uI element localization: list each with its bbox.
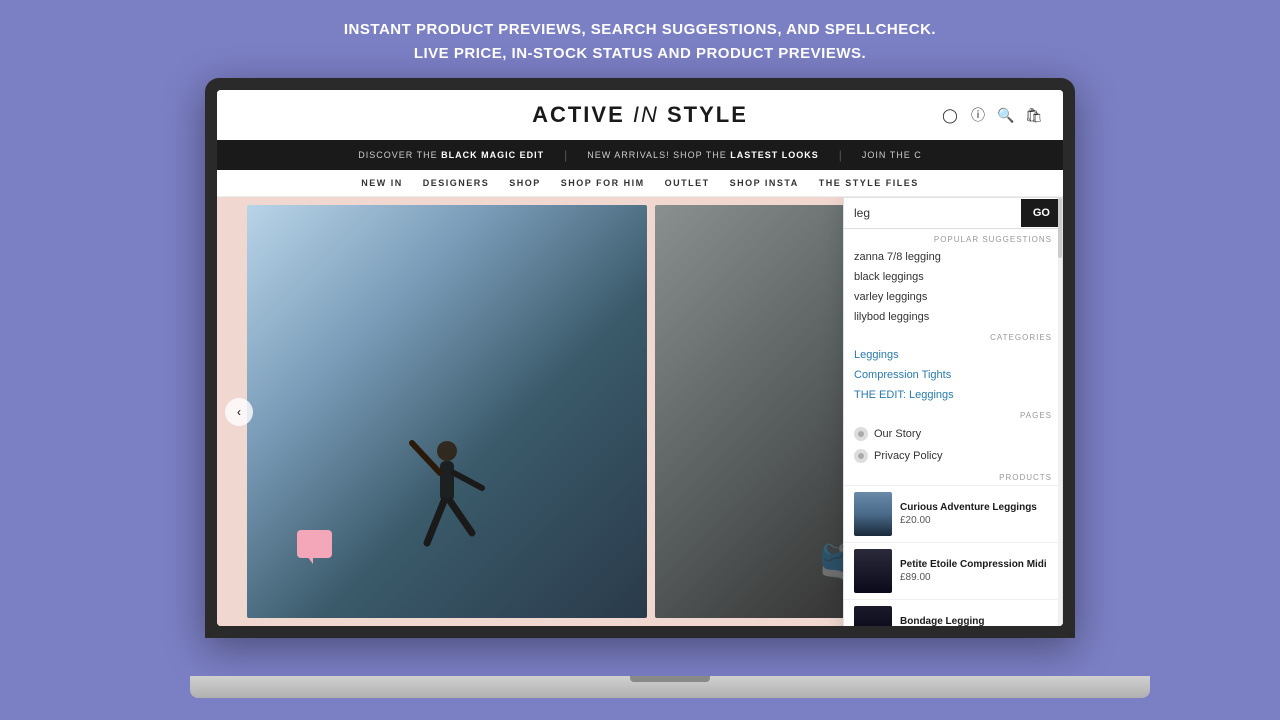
product-name-2: Petite Etoile Compression Midi [900, 559, 1052, 570]
suggestion-3[interactable]: varley leggings [844, 287, 1062, 307]
page-dot-2 [854, 449, 868, 463]
promo-bar: DISCOVER THE BLACK MAGIC EDIT | NEW ARRI… [217, 140, 1063, 170]
help-icon[interactable]: ⓘ [969, 106, 987, 124]
main-nav: NEW IN DESIGNERS SHOP SHOP FOR HIM OUTLE… [217, 170, 1063, 197]
site-logo: ACTIVE IN STYLE [532, 102, 748, 128]
search-go-button[interactable]: GO [1021, 199, 1062, 227]
promo-item-1: DISCOVER THE BLACK MAGIC EDIT [338, 150, 564, 160]
headline-line1: INSTANT PRODUCT PREVIEWS, SEARCH SUGGEST… [344, 18, 936, 42]
scroll-track [1058, 198, 1062, 626]
search-dropdown: GO POPULAR SUGGESTIONS zanna 7/8 legging… [843, 197, 1063, 626]
headline-line2: LIVE PRICE, IN-STOCK STATUS AND PRODUCT … [344, 42, 936, 66]
suggestion-2[interactable]: black leggings [844, 267, 1062, 287]
product-price-1: £20.00 [900, 515, 1052, 526]
screen-content: ACTIVE IN STYLE ◯ ⓘ 🔍 🛍 DISCOVER THE BLA… [217, 90, 1063, 626]
promo-item-3: JOIN THE C [842, 150, 942, 160]
product-info-1: Curious Adventure Leggings £20.00 [900, 502, 1052, 526]
nav-shop-for-him[interactable]: SHOP FOR HIM [561, 178, 645, 188]
hero-image-yoga [247, 205, 647, 618]
header-icons: ◯ ⓘ 🔍 🛍 [941, 106, 1043, 124]
category-leggings[interactable]: Leggings [844, 345, 1062, 365]
yoga-figure-svg [402, 433, 492, 613]
chat-bubble [297, 530, 332, 558]
laptop-screen: ACTIVE IN STYLE ◯ ⓘ 🔍 🛍 DISCOVER THE BLA… [217, 90, 1063, 626]
category-the-edit[interactable]: THE EDIT: Leggings [844, 385, 1062, 405]
product-name-1: Curious Adventure Leggings [900, 502, 1052, 513]
laptop-body: ACTIVE IN STYLE ◯ ⓘ 🔍 🛍 DISCOVER THE BLA… [205, 78, 1075, 638]
nav-new-in[interactable]: NEW IN [361, 178, 403, 188]
pages-label: PAGES [844, 405, 1062, 423]
user-icon[interactable]: ◯ [941, 106, 959, 124]
products-label: PRODUCTS [844, 467, 1062, 485]
page-privacy[interactable]: Privacy Policy [844, 445, 1062, 467]
suggestions-label: POPULAR SUGGESTIONS [844, 229, 1062, 247]
nav-shop[interactable]: SHOP [509, 178, 541, 188]
headline: INSTANT PRODUCT PREVIEWS, SEARCH SUGGEST… [344, 0, 936, 78]
bag-icon[interactable]: 🛍 [1025, 106, 1043, 124]
product-thumb-3 [854, 606, 892, 626]
nav-outlet[interactable]: OUTLET [665, 178, 710, 188]
category-compression[interactable]: Compression Tights [844, 365, 1062, 385]
page-our-story[interactable]: Our Story [844, 423, 1062, 445]
search-bar-row: GO [844, 198, 1062, 229]
promo-item-2: NEW ARRIVALS! SHOP THE LASTEST LOOKS [567, 150, 839, 160]
prev-arrow[interactable]: ‹ [225, 398, 253, 426]
search-icon[interactable]: 🔍 [997, 106, 1015, 124]
product-thumb-1 [854, 492, 892, 536]
laptop-stand [190, 676, 1090, 698]
product-thumb-2 [854, 549, 892, 593]
product-price-2: £89.00 [900, 572, 1052, 583]
laptop-device: ACTIVE IN STYLE ◯ ⓘ 🔍 🛍 DISCOVER THE BLA… [190, 78, 1090, 698]
content-area: ‹ [217, 197, 1063, 626]
product-2[interactable]: Petite Etoile Compression Midi £89.00 [844, 542, 1062, 599]
product-name-3: Bondage Legging [900, 616, 1052, 626]
product-info-3: Bondage Legging £65.00 [900, 616, 1052, 626]
product-1[interactable]: Curious Adventure Leggings £20.00 [844, 485, 1062, 542]
product-info-2: Petite Etoile Compression Midi £89.00 [900, 559, 1052, 583]
suggestion-4[interactable]: lilybod leggings [844, 307, 1062, 327]
nav-designers[interactable]: DESIGNERS [423, 178, 490, 188]
categories-label: CATEGORIES [844, 327, 1062, 345]
nav-shop-insta[interactable]: SHOP INSTA [730, 178, 799, 188]
nav-style-files[interactable]: THE STYLE FILES [819, 178, 919, 188]
site-header: ACTIVE IN STYLE ◯ ⓘ 🔍 🛍 [217, 90, 1063, 140]
search-input[interactable] [844, 198, 1021, 228]
suggestion-1[interactable]: zanna 7/8 legging [844, 247, 1062, 267]
scroll-thumb[interactable] [1058, 198, 1062, 258]
page-dot-1 [854, 427, 868, 441]
product-3[interactable]: Bondage Legging £65.00 [844, 599, 1062, 626]
